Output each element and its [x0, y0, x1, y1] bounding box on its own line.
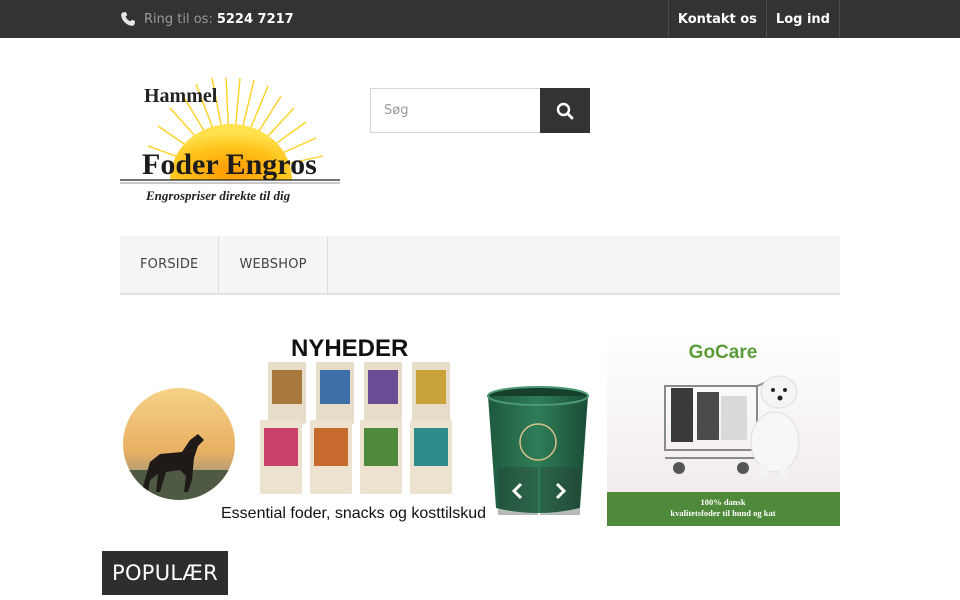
promo-line1: 100% dansk — [700, 497, 745, 507]
banner-caption: Essential foder, snacks og kosttilskud — [221, 505, 486, 522]
product-bags-image — [260, 362, 452, 494]
contact-link[interactable]: Kontakt os — [667, 0, 766, 38]
search-bar — [370, 88, 590, 133]
chevron-left-icon — [511, 482, 523, 500]
top-links: Kontakt os Log ind — [667, 0, 840, 38]
top-bar: Ring til os: 5224 7217 Kontakt os Log in… — [0, 0, 960, 38]
slider-prev-button[interactable] — [498, 467, 538, 515]
gocare-promo[interactable]: GoCare 100% dansk kvalitetsfoder til hun… — [607, 330, 840, 526]
banner-slider[interactable]: NYHEDER Essential foder, snacks og kostt… — [120, 330, 600, 526]
search-button[interactable] — [540, 88, 590, 133]
phone-icon — [121, 12, 135, 26]
logo-line1: Hammel — [144, 85, 218, 107]
login-link[interactable]: Log ind — [765, 0, 840, 38]
popular-section-title: POPULÆR — [102, 551, 229, 595]
nav-item-forside[interactable]: FORSIDE — [120, 236, 220, 293]
logo-tagline: Engrospriser direkte til dig — [145, 188, 291, 203]
phone-label: Ring til os: — [144, 11, 213, 27]
search-input[interactable] — [370, 88, 540, 133]
logo-line2: Foder Engros — [142, 148, 317, 181]
nav-item-webshop[interactable]: WEBSHOP — [219, 236, 328, 293]
main-nav: FORSIDE WEBSHOP — [120, 236, 840, 295]
promo-line2: kvalitetsfoder til hund og kat — [670, 508, 775, 518]
site-logo[interactable]: Hammel Foder Engros Engrospriser direkte… — [118, 76, 344, 208]
search-icon — [556, 102, 574, 119]
chevron-right-icon — [555, 482, 567, 500]
promo-title: GoCare — [689, 342, 758, 363]
phone-number[interactable]: 5224 7217 — [217, 12, 294, 27]
slider-next-button[interactable] — [540, 467, 580, 515]
banner-heading: NYHEDER — [291, 335, 408, 362]
phone-contact: Ring til os: 5224 7217 — [120, 0, 294, 38]
dog-photo — [123, 388, 235, 500]
